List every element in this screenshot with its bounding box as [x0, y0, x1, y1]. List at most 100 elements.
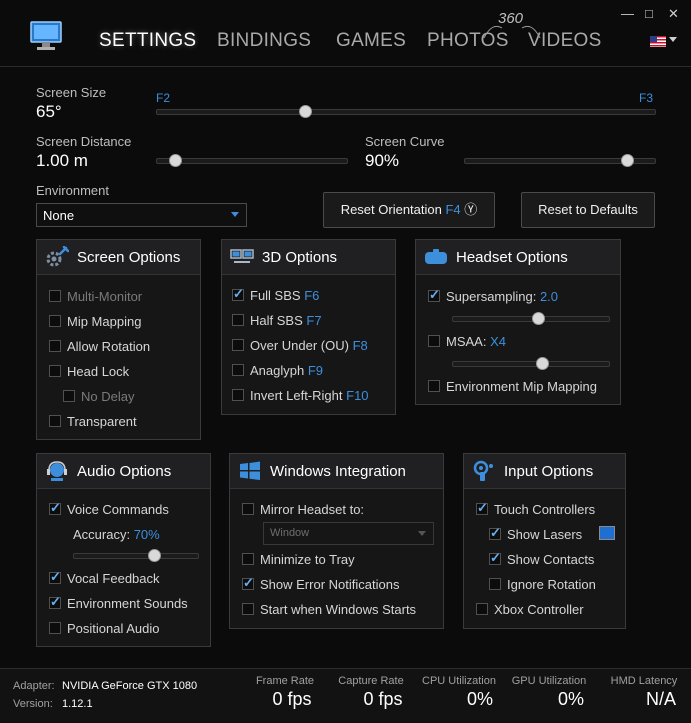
environment-select-value: None	[43, 208, 75, 223]
mirror-headset-checkbox[interactable]	[242, 503, 254, 515]
screen-curve-slider-handle[interactable]	[621, 154, 635, 167]
gear-wrench-icon	[46, 246, 69, 267]
3d-options-panel: 3D Options Full SBS F6Half SBS F7 Over Un…	[221, 239, 396, 415]
chevron-down-icon	[418, 531, 426, 536]
close-button[interactable]: ✕	[668, 6, 679, 22]
windows-integration-header: Windows Integration	[230, 454, 443, 489]
screen-curve-value: 90%	[365, 151, 400, 170]
supersampling-checkbox[interactable]	[428, 287, 440, 303]
headset-microphone-icon	[47, 461, 67, 481]
show-lasers-label: Show Lasers	[507, 527, 583, 542]
mirror-target-select[interactable]: Window	[263, 522, 434, 545]
msaa-slider[interactable]	[452, 361, 610, 367]
msaa-checkbox[interactable]	[428, 335, 440, 347]
360-arc-decoration	[483, 25, 541, 39]
us-flag-icon	[650, 36, 666, 47]
version-label: Version:	[13, 698, 53, 710]
anaglyph-label: Anaglyph	[250, 363, 305, 378]
supersampling-label: Supersampling:	[446, 289, 537, 304]
reset-defaults-button[interactable]: Reset to Defaults	[521, 192, 655, 228]
tab-games[interactable]: GAMES	[336, 30, 406, 52]
show-contacts-checkbox[interactable]	[489, 550, 501, 566]
status-footer: Adapter: NVIDIA GeForce GTX 1080 Version…	[0, 668, 691, 723]
frame-rate-value: 0 fps	[272, 689, 312, 709]
show-error-notifications-checkbox[interactable]	[242, 575, 254, 591]
minimize-to-tray-checkbox[interactable]	[242, 553, 254, 565]
reset-orientation-label: Reset Orientation	[340, 202, 442, 217]
controller-icon	[473, 460, 493, 481]
full-sbs-checkbox[interactable]	[232, 286, 244, 302]
vr-headset-icon	[425, 249, 447, 264]
screen-distance-slider-handle[interactable]	[169, 154, 182, 167]
accuracy-slider-handle[interactable]	[147, 549, 161, 562]
version-value: 1.12.1	[62, 698, 93, 710]
accuracy-slider[interactable]	[73, 553, 199, 559]
app-logo-icon	[30, 21, 62, 50]
over-under-ou-checkbox[interactable]	[232, 339, 244, 351]
full-sbs-hotkey: F6	[304, 288, 320, 303]
screen-distance-slider[interactable]	[156, 158, 348, 164]
head-lock-checkbox[interactable]	[49, 365, 61, 377]
frame-rate-label: Frame Rate	[255, 675, 315, 687]
tab-bindings[interactable]: BINDINGS	[217, 30, 311, 52]
capture-rate-label: Capture Rate	[338, 675, 404, 687]
allow-rotation-checkbox[interactable]	[49, 340, 61, 352]
full-sbs-label: Full SBS	[250, 288, 301, 303]
screen-size-slider[interactable]	[156, 109, 656, 115]
ignore-rotation-checkbox[interactable]	[489, 578, 501, 590]
transparent-checkbox[interactable]	[49, 415, 61, 427]
vocal-feedback-checkbox[interactable]	[49, 569, 61, 585]
anaglyph-checkbox[interactable]	[232, 364, 244, 376]
touch-controllers-label: Touch Controllers	[494, 502, 596, 517]
environment-sounds-checkbox[interactable]	[49, 594, 61, 610]
y-button-icon: Ⓨ	[464, 202, 478, 217]
environment-mip-label: Environment Mip Mapping	[446, 379, 598, 394]
voice-commands-checkbox[interactable]	[49, 500, 61, 516]
header-divider	[0, 66, 691, 67]
half-sbs-checkbox[interactable]	[232, 314, 244, 326]
windows-logo-icon	[240, 461, 260, 480]
reset-orientation-key: F4	[445, 202, 461, 217]
screen-size-slider-handle[interactable]	[299, 105, 313, 118]
minimize-to-tray-label: Minimize to Tray	[260, 552, 355, 567]
screen-size-min-key: F2	[156, 91, 171, 105]
supersampling-slider[interactable]	[452, 316, 610, 322]
laser-color-swatch[interactable]	[599, 526, 615, 540]
language-selector[interactable]	[650, 34, 677, 52]
msaa-value: X4	[490, 334, 506, 349]
mip-mapping-checkbox[interactable]	[49, 315, 61, 327]
xbox-controller-checkbox[interactable]	[476, 603, 488, 615]
reset-orientation-button[interactable]: Reset Orientation F4 Ⓨ	[323, 192, 495, 228]
invert-left-right-checkbox[interactable]	[232, 389, 244, 401]
3d-options-title: 3D Options	[262, 249, 338, 266]
maximize-button[interactable]: □	[645, 6, 653, 21]
screen-distance-value: 1.00 m	[36, 151, 88, 170]
chevron-down-icon	[231, 212, 239, 217]
mirror-target-value: Window	[270, 527, 310, 539]
start-when-windows-starts-checkbox[interactable]	[242, 603, 254, 615]
allow-rotation-label: Allow Rotation	[67, 339, 151, 354]
screen-curve-label: Screen Curve	[365, 134, 445, 149]
input-options-panel: Input Options Touch Controllers Show Lase…	[463, 453, 626, 629]
screen-options-header: Screen Options	[37, 240, 200, 275]
multi-monitor-checkbox	[49, 290, 61, 302]
msaa-slider-handle[interactable]	[536, 357, 550, 370]
no-delay-label: No Delay	[81, 389, 135, 404]
vocal-feedback-label: Vocal Feedback	[67, 571, 160, 586]
over-under-ou-label: Over Under (OU)	[250, 338, 349, 353]
cpu-utilization-value: 0%	[466, 689, 493, 709]
show-lasers-checkbox[interactable]	[489, 525, 501, 541]
minimize-button[interactable]: —	[621, 6, 634, 21]
tab-settings[interactable]: SETTINGS	[99, 30, 196, 52]
screen-size-label: Screen Size	[36, 85, 107, 100]
touch-controllers-checkbox[interactable]	[476, 500, 488, 516]
supersampling-slider-handle[interactable]	[531, 312, 545, 325]
positional-audio-checkbox[interactable]	[49, 622, 61, 634]
environment-mip-checkbox[interactable]	[428, 380, 440, 392]
adapter-value: NVIDIA GeForce GTX 1080	[62, 680, 198, 692]
hmd-latency-label: HMD Latency	[610, 675, 678, 687]
gpu-utilization-label: GPU Utilization	[511, 675, 587, 687]
screen-size-max-key: F3	[639, 91, 654, 105]
over-under-ou-hotkey: F8	[352, 338, 368, 353]
environment-select[interactable]: None	[36, 203, 247, 227]
